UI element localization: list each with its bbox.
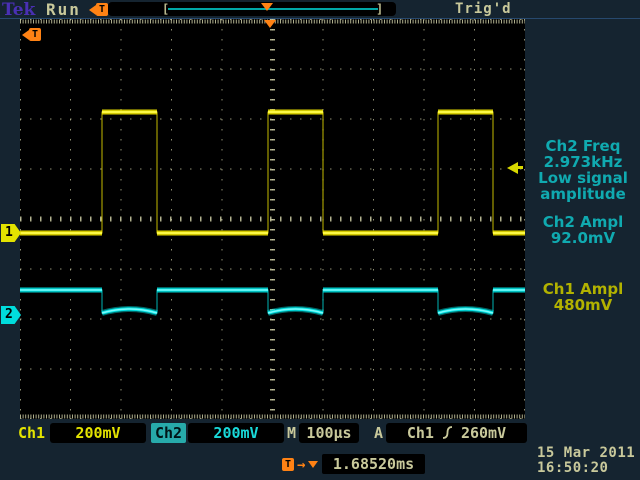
datetime-display: 15 Mar 2011 16:50:20	[537, 446, 640, 476]
record-view-bar: [ ]	[108, 2, 396, 16]
trigger-readout: Ch1 260mV	[386, 423, 527, 443]
trigger-position-icon: T	[89, 3, 108, 16]
meas-label: Ch2 Freq	[527, 138, 639, 154]
ch1-label: Ch1	[18, 424, 45, 442]
measurement-ch2-ampl: Ch2 Ampl 92.0mV	[527, 214, 639, 246]
meas-value: 92.0mV	[527, 230, 639, 246]
trigger-menu-label: A	[374, 424, 383, 442]
t-marker-icon: T	[29, 28, 41, 41]
date-text: 15 Mar 2011	[537, 446, 640, 461]
meas-label: Ch1 Ampl	[527, 281, 639, 297]
tek-logo: Tek	[2, 0, 35, 20]
ch2-ground-marker: 2	[1, 306, 21, 324]
record-right-bracket: ]	[376, 3, 383, 15]
meas-label: Ch2 Ampl	[527, 214, 639, 230]
t-marker-icon: T	[282, 458, 294, 471]
ch2-label-selected: Ch2	[151, 423, 186, 443]
rising-edge-icon	[442, 425, 453, 445]
graticule: T	[20, 19, 525, 419]
measurement-ch1-ampl: Ch1 Ampl 480mV	[527, 281, 639, 313]
record-view-line	[168, 8, 378, 10]
trigger-position-marker-icon	[264, 20, 276, 28]
acquisition-status: Run	[46, 0, 81, 19]
graticule-trigger-icon: T	[22, 28, 41, 41]
down-triangle-icon	[308, 461, 318, 468]
t-marker-icon: T	[96, 3, 108, 16]
timebase-label: M	[287, 424, 296, 442]
time-text: 16:50:20	[537, 461, 640, 476]
trigger-level-arrow-stem	[518, 166, 523, 169]
horizontal-position-readout: 1.68520ms	[322, 454, 425, 474]
oscilloscope-screen: Tek Run T [ ] Trig'd T 1 2 Ch2 Freq 2.97…	[0, 0, 640, 480]
trigger-level-value: 260mV	[461, 424, 506, 442]
timebase-readout: 100µs	[299, 423, 359, 443]
left-arrow-icon	[22, 30, 29, 40]
horizontal-trigger-icon: T	[282, 458, 294, 471]
measurement-ch2-freq: Ch2 Freq 2.973kHz Low signal amplitude	[527, 138, 639, 202]
trigger-level-arrow-icon	[507, 162, 518, 174]
ch1-ground-marker: 1	[1, 224, 21, 242]
waveform-plot	[20, 19, 525, 419]
right-arrow-icon: →	[297, 457, 305, 473]
trigger-status: Trig'd	[455, 1, 512, 17]
meas-warning-line1: Low signal	[527, 170, 639, 186]
left-arrow-icon	[89, 5, 96, 15]
meas-value: 480mV	[527, 297, 639, 313]
meas-value: 2.973kHz	[527, 154, 639, 170]
ch1-scale-readout: 200mV	[50, 423, 146, 443]
ch2-scale-readout: 200mV	[188, 423, 284, 443]
trigger-source: Ch1	[407, 424, 434, 442]
record-trigger-marker-icon	[261, 3, 273, 11]
meas-warning-line2: amplitude	[527, 186, 639, 202]
